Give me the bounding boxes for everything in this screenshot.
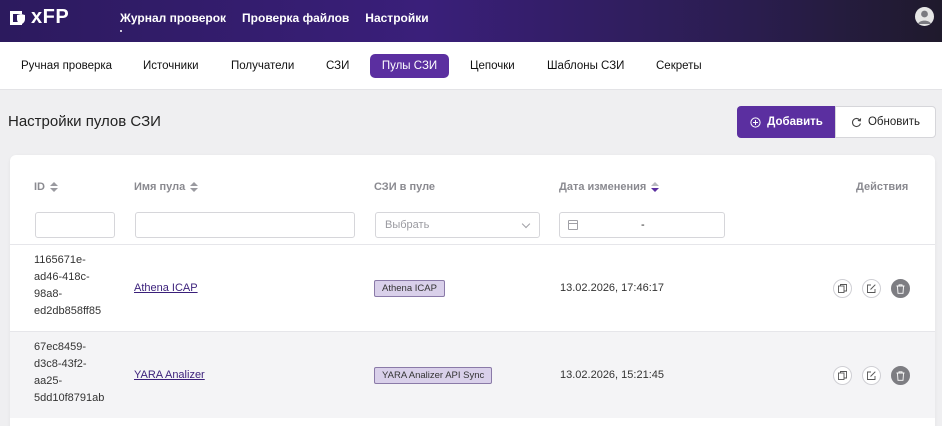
tab-chains[interactable]: Цепочки — [460, 54, 525, 78]
szi-tag: YARA Analizer API Sync — [374, 367, 493, 384]
logo-text: xFP — [31, 6, 70, 28]
add-button[interactable]: Добавить — [737, 106, 836, 138]
tab-sources[interactable]: Источники — [133, 54, 209, 78]
settings-subnav: Ручная проверка Источники Получатели СЗИ… — [0, 42, 942, 90]
tab-recipients[interactable]: Получатели — [221, 54, 304, 78]
sort-icon — [190, 181, 199, 193]
column-header-actions: Действия — [856, 181, 909, 193]
plus-circle-icon — [750, 116, 761, 128]
sort-icon — [50, 181, 58, 193]
szi-filter-placeholder: Выбрать — [385, 219, 430, 231]
edit-icon — [867, 284, 876, 293]
tab-manual-check[interactable]: Ручная проверка — [11, 54, 122, 78]
szi-tag: Athena ICAP — [374, 280, 445, 297]
topnav-settings[interactable]: Настройки — [365, 11, 428, 25]
trash-icon — [896, 283, 905, 294]
refresh-icon — [851, 117, 862, 127]
edit-button[interactable] — [862, 279, 881, 298]
edit-button[interactable] — [862, 366, 881, 385]
copy-button[interactable] — [833, 279, 852, 298]
edit-icon — [867, 371, 876, 380]
cell-id: 67ec8459- d3c8-43f2- aa25- 5dd10f8791ab — [34, 341, 105, 404]
id-filter-input[interactable] — [35, 212, 115, 238]
tab-secrets[interactable]: Секреты — [646, 54, 712, 78]
column-header-name[interactable]: Имя пула — [134, 181, 199, 193]
topnav-file-check[interactable]: Проверка файлов — [242, 11, 349, 25]
table-row: 67ec8459- d3c8-43f2- aa25- 5dd10f8791ab … — [10, 331, 935, 418]
column-header-date[interactable]: Дата изменения — [559, 181, 660, 193]
topnav-journal[interactable]: Журнал проверок — [120, 11, 226, 32]
column-header-szi: СЗИ в пуле — [374, 181, 436, 193]
cell-date: 13.02.2026, 17:46:17 — [560, 282, 664, 294]
delete-button[interactable] — [891, 279, 910, 298]
pool-name-link[interactable]: Athena ICAP — [134, 282, 198, 294]
pool-name-link[interactable]: YARA Analizer — [134, 369, 205, 381]
delete-button[interactable] — [891, 366, 910, 385]
add-button-label: Добавить — [767, 116, 823, 128]
tab-szi-templates[interactable]: Шаблоны СЗИ — [537, 54, 634, 78]
sort-desc-icon — [651, 181, 660, 193]
tab-szi-pools[interactable]: Пулы СЗИ — [370, 54, 449, 78]
copy-icon — [838, 284, 847, 293]
chevron-down-icon — [521, 219, 531, 229]
copy-button[interactable] — [833, 366, 852, 385]
cell-id: 1165671e- ad46-418c- 98a8- ed2db858ff85 — [34, 254, 102, 317]
refresh-button-label: Обновить — [867, 116, 921, 128]
date-range-separator: - — [641, 219, 645, 231]
column-header-id[interactable]: ID — [34, 181, 58, 193]
copy-icon — [838, 371, 847, 380]
pools-table-card: ID Имя пула СЗИ в пуле Дата изменения Де… — [10, 155, 935, 426]
top-bar: xFP Журнал проверок Проверка файлов Наст… — [0, 0, 942, 42]
user-avatar-icon[interactable] — [915, 7, 934, 26]
page-title: Настройки пулов СЗИ — [8, 113, 161, 130]
cell-date: 13.02.2026, 15:21:45 — [560, 369, 664, 381]
shield-logo-icon — [10, 10, 25, 25]
trash-icon — [896, 370, 905, 381]
table-row: 1165671e- ad46-418c- 98a8- ed2db858ff85 … — [10, 244, 935, 331]
name-filter-input[interactable] — [135, 212, 355, 238]
logo[interactable]: xFP — [8, 6, 69, 29]
szi-filter-select[interactable]: Выбрать — [375, 212, 540, 238]
tab-szi[interactable]: СЗИ — [316, 54, 359, 78]
date-range-filter[interactable]: - — [559, 212, 725, 238]
top-nav: Журнал проверок Проверка файлов Настройк… — [120, 11, 445, 32]
calendar-icon — [568, 220, 578, 230]
refresh-button[interactable]: Обновить — [835, 106, 936, 138]
